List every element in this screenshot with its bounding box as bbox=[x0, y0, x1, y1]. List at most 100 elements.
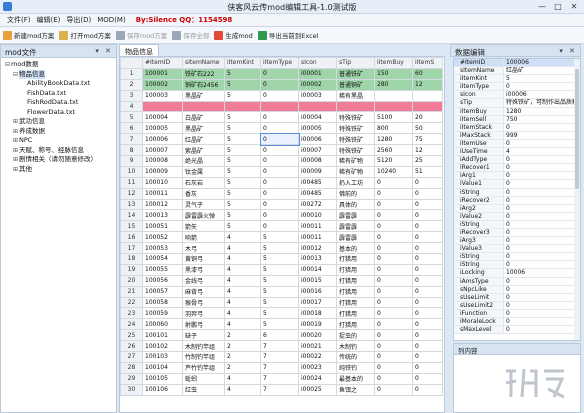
property-row[interactable]: iRecover2 0 bbox=[454, 196, 580, 205]
table-cell[interactable]: 0 bbox=[412, 329, 443, 342]
table-cell[interactable] bbox=[412, 89, 443, 102]
property-row[interactable]: iAddType 0 bbox=[454, 156, 580, 165]
table-cell[interactable]: 5 bbox=[224, 176, 261, 189]
table-cell[interactable]: 5 bbox=[224, 220, 261, 233]
table-cell[interactable]: 0 bbox=[260, 67, 299, 80]
table-cell[interactable]: 0 bbox=[374, 242, 413, 255]
table-cell[interactable]: 5 bbox=[260, 253, 299, 265]
property-value[interactable]: 0 bbox=[504, 205, 580, 212]
row-header[interactable]: 21 bbox=[120, 285, 143, 298]
table-cell[interactable]: 佛前的 bbox=[336, 187, 375, 200]
row-header[interactable]: 7 bbox=[120, 133, 143, 146]
toolbar-button-0[interactable]: 新建mod方案 bbox=[3, 30, 54, 40]
table-cell[interactable]: 7 bbox=[260, 372, 299, 385]
table-cell[interactable]: 5 bbox=[224, 67, 261, 80]
table-cell[interactable]: 缺子 bbox=[182, 329, 225, 342]
table-cell[interactable]: 100005 bbox=[142, 122, 183, 135]
table-cell[interactable]: 5 bbox=[224, 78, 261, 91]
table-cell[interactable] bbox=[336, 100, 375, 113]
table-cell[interactable]: 20 bbox=[412, 111, 443, 124]
row-header[interactable]: 16 bbox=[120, 231, 143, 244]
table-cell[interactable]: 特殊铁矿 bbox=[336, 133, 375, 146]
table-row[interactable]: 5 100004 白晶矿 5 0 i00004 特殊铁矿 5100 20 bbox=[120, 111, 443, 124]
table-cell[interactable]: 100059 bbox=[142, 307, 183, 320]
row-header[interactable]: 4 bbox=[120, 100, 143, 113]
property-value[interactable]: 4 bbox=[504, 148, 580, 155]
table-cell[interactable]: 射鹏弓 bbox=[182, 318, 225, 331]
property-value[interactable]: 特殊铁矿，可制作出品质精良的武器 bbox=[504, 99, 580, 106]
close-button[interactable]: ✕ bbox=[566, 1, 582, 12]
table-cell[interactable]: 黑漆弓 bbox=[182, 263, 225, 276]
property-value[interactable]: 5 bbox=[504, 75, 580, 82]
property-row[interactable]: sNpcLike 0 bbox=[454, 285, 580, 294]
table-cell[interactable]: 普通铁矿 bbox=[336, 67, 375, 80]
table-cell[interactable]: 6 bbox=[260, 329, 299, 342]
column-header[interactable]: sTip bbox=[336, 57, 375, 69]
table-cell[interactable]: 5 bbox=[224, 122, 261, 135]
panel-controls[interactable]: ▾ ✕ bbox=[95, 47, 113, 55]
table-cell[interactable]: 0 bbox=[260, 187, 299, 200]
table-cell[interactable]: 100008 bbox=[142, 155, 183, 167]
table-cell[interactable] bbox=[374, 100, 413, 113]
table-cell[interactable]: 0 bbox=[412, 361, 443, 374]
table-cell[interactable]: 猴骨弓 bbox=[182, 296, 225, 309]
table-cell[interactable]: 鱼饵之 bbox=[336, 383, 375, 396]
table-cell[interactable]: 最基本的 bbox=[336, 372, 375, 385]
property-value[interactable]: 0 bbox=[504, 253, 580, 260]
table-row[interactable]: 29 100105 蚯蚓 4 7 i00024 最基本的 0 0 bbox=[120, 372, 443, 385]
table-cell[interactable]: 麻背弓 bbox=[182, 285, 225, 298]
table-cell[interactable]: 0 bbox=[412, 198, 443, 211]
table-row[interactable]: 25 100101 缺子 2 6 i00020 捉虫的 0 0 bbox=[120, 329, 443, 342]
table-cell[interactable]: 具体的 bbox=[336, 198, 375, 211]
table-cell[interactable]: 5 bbox=[260, 274, 299, 287]
table-cell[interactable]: i00024 bbox=[298, 372, 337, 385]
row-header[interactable]: 18 bbox=[120, 253, 143, 265]
property-value[interactable]: 0 bbox=[504, 156, 580, 163]
table-cell[interactable]: 金线弓 bbox=[182, 274, 225, 287]
toolbar-button-2[interactable]: 保存mod方案 bbox=[115, 30, 167, 40]
table-row[interactable]: 24 100060 射鹏弓 4 5 i00019 打猎用 0 0 bbox=[120, 318, 443, 331]
table-cell[interactable]: i00272 bbox=[298, 198, 337, 211]
table-cell[interactable]: 4 bbox=[224, 274, 261, 287]
table-cell[interactable]: i00015 bbox=[298, 274, 337, 287]
table-cell[interactable]: 木弓 bbox=[182, 242, 225, 255]
table-cell[interactable]: 红晶矿 bbox=[182, 133, 225, 146]
table-cell[interactable]: 5 bbox=[260, 242, 299, 255]
table-cell[interactable]: 绝光晶 bbox=[182, 155, 225, 167]
menu-edit[interactable]: 编辑(E) bbox=[34, 15, 64, 25]
row-header[interactable]: 25 bbox=[120, 329, 143, 342]
table-cell[interactable]: 0 bbox=[374, 198, 413, 211]
table-cell[interactable]: 0 bbox=[374, 296, 413, 309]
table-cell[interactable]: 2 bbox=[224, 361, 261, 374]
table-cell[interactable]: 打猎用 bbox=[336, 263, 375, 276]
table-cell[interactable]: 蚯蚓 bbox=[182, 372, 225, 385]
table-cell[interactable]: 黑晶矿 bbox=[182, 122, 225, 135]
table-cell[interactable]: i00002 bbox=[298, 78, 337, 91]
table-row[interactable]: 1 100001 铁矿石222 5 0 i00001 普通铁矿 150 60 bbox=[120, 67, 443, 80]
table-cell[interactable]: 100053 bbox=[142, 242, 183, 255]
column-header[interactable]: iItemType bbox=[260, 57, 299, 69]
row-header[interactable]: 12 bbox=[120, 187, 143, 200]
table-row[interactable]: 19 100055 黑漆弓 4 5 i00014 打猎用 0 0 bbox=[120, 263, 443, 276]
tree-node[interactable]: AbilityBookData.txt bbox=[5, 79, 116, 89]
table-cell[interactable]: 香灰 bbox=[182, 187, 225, 200]
table-cell[interactable]: 4 bbox=[224, 263, 261, 276]
table-cell[interactable]: 100055 bbox=[142, 263, 183, 276]
table-cell[interactable]: 0 bbox=[374, 176, 413, 189]
table-row[interactable]: 20 100056 金线弓 4 5 i00015 打猎用 0 0 bbox=[120, 274, 443, 287]
property-value[interactable]: 999 bbox=[504, 132, 580, 139]
table-cell[interactable]: 1280 bbox=[374, 133, 413, 146]
table-cell[interactable]: 0 bbox=[374, 209, 413, 222]
property-value[interactable]: 0 bbox=[504, 286, 580, 293]
property-row[interactable]: sItemName 红晶矿 bbox=[454, 67, 580, 76]
table-cell[interactable]: 0 bbox=[374, 372, 413, 385]
property-row[interactable]: iRecover3 0 bbox=[454, 228, 580, 238]
table-cell[interactable]: 5 bbox=[224, 111, 261, 124]
table-cell[interactable]: 灵气子 bbox=[182, 198, 225, 211]
table-cell[interactable]: i00008 bbox=[298, 155, 337, 167]
property-value[interactable]: 0 bbox=[504, 326, 580, 333]
property-row[interactable]: iArg2 0 bbox=[454, 204, 580, 213]
property-row[interactable]: iItemStack 0 bbox=[454, 123, 580, 132]
table-cell[interactable]: 100054 bbox=[142, 253, 183, 265]
row-header[interactable]: 8 bbox=[120, 144, 143, 157]
